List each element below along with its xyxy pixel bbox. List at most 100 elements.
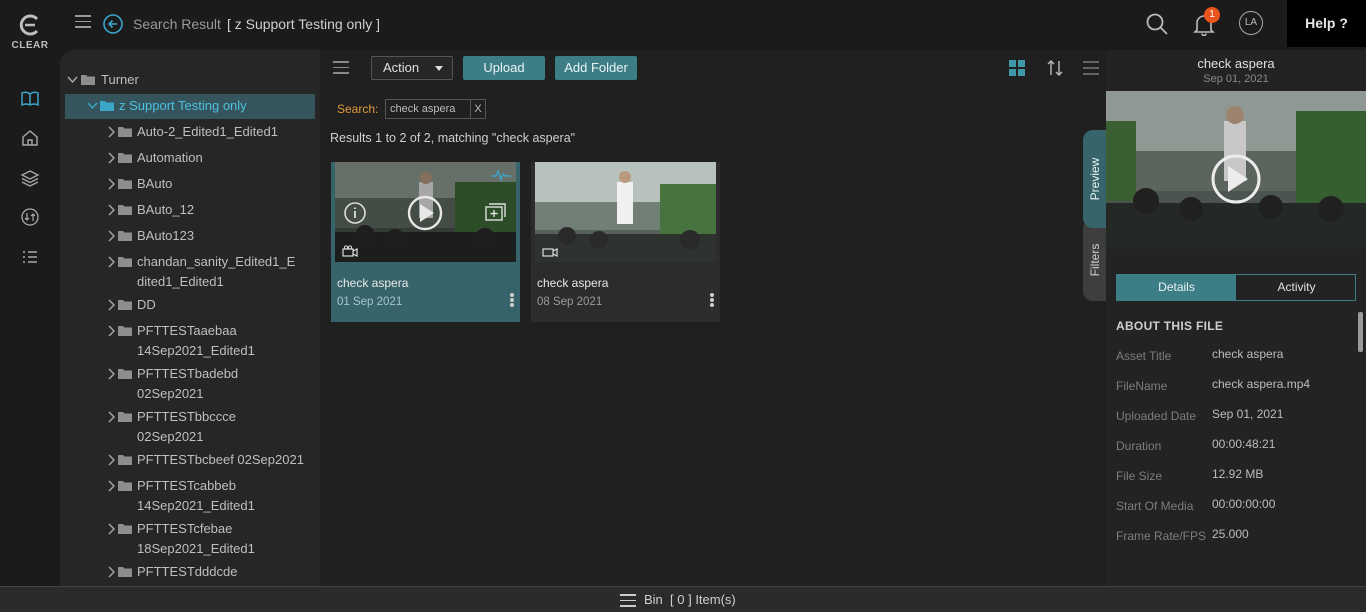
- tree-item-label-line2: 02Sep2021: [137, 429, 204, 444]
- chevron-right-icon[interactable]: [106, 252, 116, 272]
- field-value: 25.000: [1212, 527, 1249, 541]
- more-options-icon[interactable]: [510, 293, 514, 307]
- field-value: Sep 01, 2021: [1212, 407, 1284, 421]
- chevron-right-icon[interactable]: [106, 295, 116, 315]
- tab-preview[interactable]: Preview: [1083, 130, 1106, 228]
- folder-icon: [118, 326, 132, 336]
- tree-item-label: BAuto: [137, 176, 173, 191]
- more-options-icon[interactable]: [710, 293, 714, 307]
- transfer-icon[interactable]: [20, 207, 40, 227]
- layers-icon[interactable]: [20, 168, 40, 188]
- upload-button[interactable]: Upload: [463, 56, 545, 80]
- tab-preview-label: Preview: [1087, 157, 1102, 201]
- asset-thumbnail[interactable]: [535, 162, 716, 262]
- chevron-right-icon[interactable]: [106, 519, 116, 539]
- search-label: Search:: [337, 102, 379, 116]
- chevron-right-icon[interactable]: [106, 122, 116, 142]
- tree-item-label-line2: 14Sep2021_Edited1: [137, 343, 255, 358]
- tab-activity[interactable]: Activity: [1237, 275, 1356, 300]
- tree-item-label: PFTTESTcfebae: [137, 521, 233, 536]
- main-menu-icon[interactable]: [75, 15, 91, 29]
- chevron-down-icon[interactable]: [87, 96, 98, 116]
- panel-scrollbar[interactable]: [1358, 312, 1363, 352]
- chevron-right-icon[interactable]: [106, 450, 116, 470]
- chevron-right-icon[interactable]: [106, 407, 116, 427]
- tree-item-label: BAuto123: [137, 228, 195, 243]
- chevron-right-icon[interactable]: [106, 174, 116, 194]
- folder-icon: [118, 257, 132, 267]
- field-value: 12.92 MB: [1212, 467, 1264, 481]
- folder-icon: [118, 127, 132, 137]
- bin-bar[interactable]: Bin [ 0 ] Item(s): [0, 586, 1366, 612]
- folder-icon: [118, 369, 132, 379]
- tree-root-label: Turner: [101, 72, 139, 87]
- tab-details[interactable]: Details: [1117, 275, 1236, 300]
- back-arrow-icon[interactable]: [103, 14, 123, 34]
- tab-filters-label: Filters: [1087, 243, 1102, 277]
- bin-toggle[interactable]: Bin [ 0 ] Item(s): [620, 592, 736, 607]
- folder-icon: [118, 205, 132, 215]
- details-panel: check aspera Sep 01, 2021 Details Activi…: [1106, 50, 1366, 586]
- chevron-down-icon[interactable]: [67, 70, 78, 90]
- chevron-right-icon[interactable]: [106, 148, 116, 168]
- video-camera-icon: [342, 245, 358, 257]
- panel-title: check aspera: [1197, 56, 1275, 71]
- grid-view-icon[interactable]: [1008, 59, 1026, 77]
- chevron-right-icon[interactable]: [106, 226, 116, 246]
- field-key: Asset Title: [1116, 349, 1172, 363]
- clear-logo[interactable]: CLEAR: [10, 14, 50, 54]
- field-key: FileName: [1116, 379, 1168, 393]
- folder-icon: [118, 567, 132, 577]
- add-to-bin-icon[interactable]: [485, 202, 507, 222]
- folder-icon: [118, 455, 132, 465]
- user-avatar[interactable]: LA: [1239, 11, 1263, 35]
- rail-top: [0, 50, 60, 76]
- bin-menu-icon: [620, 594, 636, 607]
- tree-item-label-line2: 18Sep2021_Edited1: [137, 541, 255, 556]
- tree-item-label: PFTTESTcabbeb: [137, 478, 236, 493]
- help-button[interactable]: Help ?: [1287, 0, 1366, 47]
- folder-icon: [118, 153, 132, 163]
- tree-item-label-line2: 02Sep2021: [137, 386, 204, 401]
- notification-badge: 1: [1204, 7, 1220, 23]
- search-term: check aspera: [390, 103, 456, 115]
- toolbar-menu-icon[interactable]: [333, 61, 349, 75]
- field-value: 00:00:48:21: [1212, 437, 1276, 451]
- chevron-right-icon[interactable]: [106, 321, 116, 341]
- tree-item-label: Automation: [137, 150, 203, 165]
- tree-item-label: PFTTESTbcbeef 02Sep2021: [137, 452, 304, 467]
- asset-thumbnail[interactable]: [335, 162, 516, 262]
- breadcrumb-prefix: Search Result: [133, 16, 221, 32]
- action-dropdown[interactable]: Action: [371, 56, 453, 80]
- logo-mark-icon: [10, 14, 50, 40]
- field-value: check aspera: [1212, 347, 1284, 361]
- tab-filters[interactable]: Filters: [1083, 219, 1106, 301]
- tree-item-label: PFTTESTbbccce: [137, 409, 236, 424]
- panel-date: Sep 01, 2021: [1203, 73, 1269, 85]
- search-icon[interactable]: [1145, 12, 1169, 36]
- task-list-icon[interactable]: [20, 247, 40, 267]
- info-icon[interactable]: [343, 201, 367, 225]
- add-folder-button[interactable]: Add Folder: [555, 56, 637, 80]
- chevron-right-icon[interactable]: [106, 200, 116, 220]
- nav-rail: [0, 76, 60, 586]
- library-book-icon[interactable]: [20, 89, 40, 109]
- asset-title: check aspera: [537, 276, 609, 290]
- home-icon[interactable]: [20, 128, 40, 148]
- chevron-right-icon[interactable]: [106, 364, 116, 384]
- chevron-right-icon[interactable]: [106, 476, 116, 496]
- search-term-chip: check aspera X: [385, 99, 486, 119]
- clear-search-button[interactable]: X: [470, 100, 485, 118]
- video-preview[interactable]: [1106, 91, 1366, 249]
- video-camera-icon: [542, 248, 558, 257]
- folder-open-icon: [81, 75, 95, 85]
- results-summary: Results 1 to 2 of 2, matching "check asp…: [330, 131, 576, 145]
- asset-card[interactable]: check aspera 08 Sep 2021: [531, 162, 720, 322]
- asset-card[interactable]: check aspera 01 Sep 2021: [331, 162, 520, 322]
- asset-date: 08 Sep 2021: [537, 296, 603, 308]
- tree-item-label: BAuto_12: [137, 202, 195, 217]
- chevron-right-icon[interactable]: [106, 562, 116, 582]
- folder-open-icon: [100, 101, 114, 111]
- sort-icon[interactable]: [1046, 59, 1064, 77]
- list-view-icon[interactable]: [1083, 61, 1099, 75]
